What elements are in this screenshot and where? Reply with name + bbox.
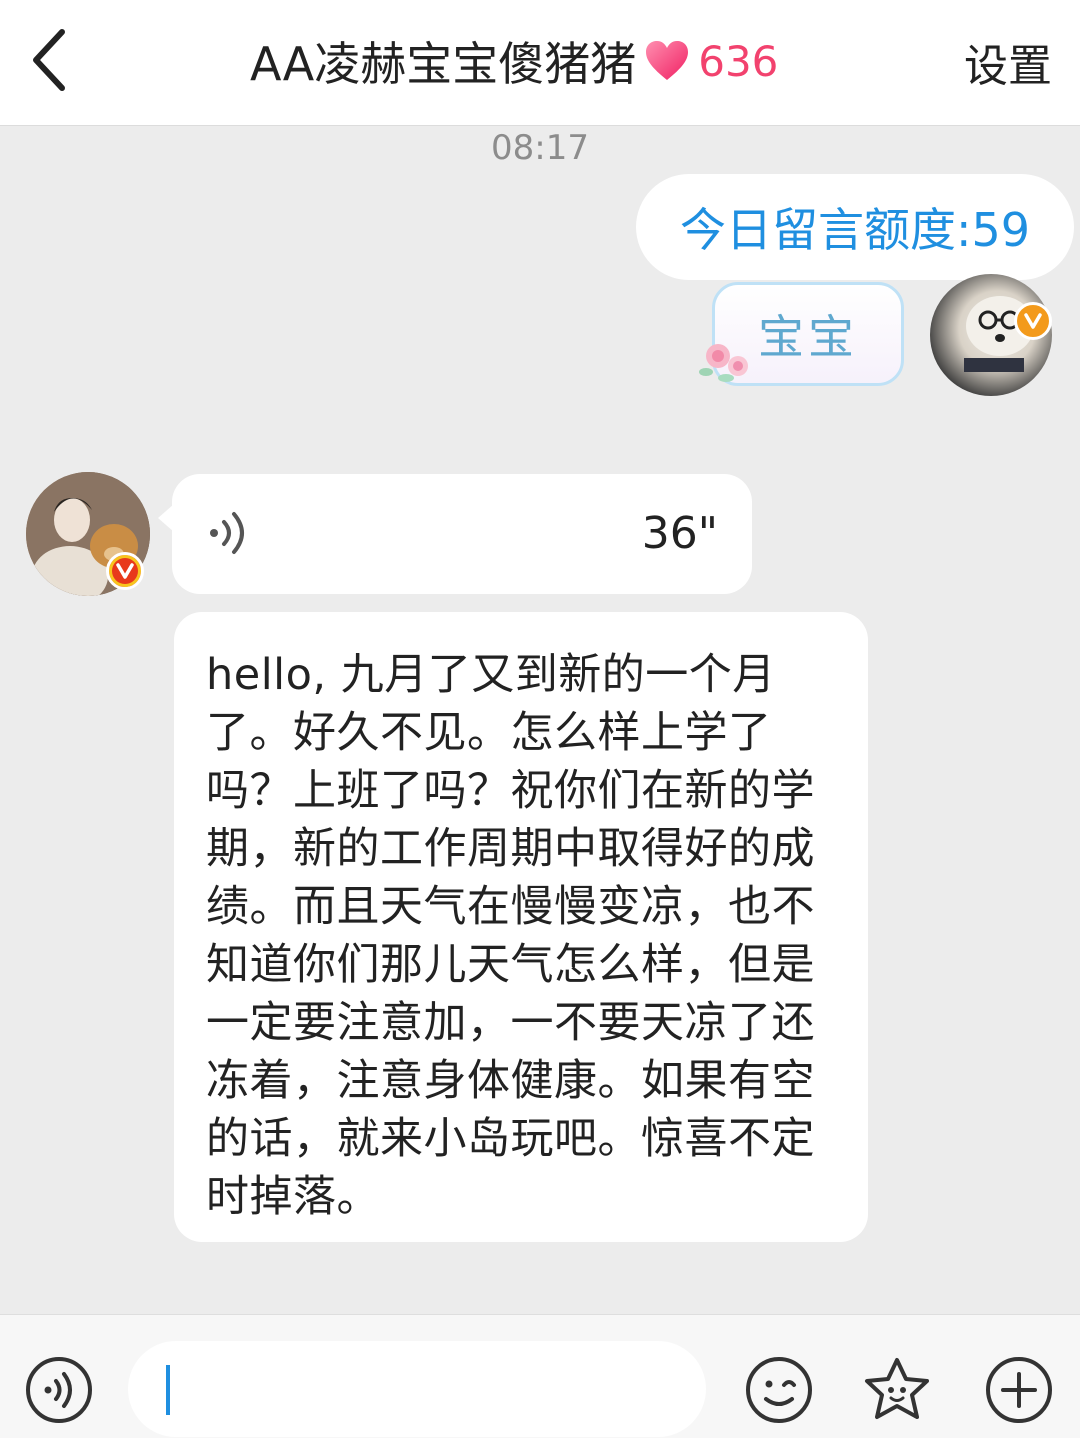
contact-name: AA凌赫宝宝傻猪猪 — [250, 37, 637, 91]
message-text: hello, 九月了又到新的一个月了。好久不见。怎么样上学了吗？上班了吗？祝你们… — [206, 650, 815, 1222]
chat-area[interactable]: 08:17 今日留言额度:59 宝宝 36" hello, 九月了又到新的一个月… — [0, 126, 1080, 1314]
emoji-button[interactable] — [744, 1355, 814, 1425]
top-bar: AA凌赫宝宝傻猪猪 636 设置 — [0, 0, 1080, 126]
text-caret — [166, 1365, 170, 1415]
voice-message[interactable]: 36" — [158, 474, 752, 594]
voice-wave-icon — [210, 512, 244, 554]
sticker-icon — [865, 1358, 929, 1419]
input-bar — [0, 1314, 1080, 1438]
plus-icon — [986, 1357, 1052, 1423]
chevron-left-icon — [33, 29, 65, 91]
message-timestamp: 08:17 — [491, 128, 589, 168]
chat-title: AA凌赫宝宝傻猪猪 636 — [250, 28, 778, 94]
flower-icon — [699, 344, 748, 382]
message-bubble-quota[interactable]: 今日留言额度:59 — [636, 174, 1074, 280]
vip-badge — [106, 552, 144, 590]
sticker-message[interactable]: 宝宝 — [696, 276, 916, 396]
back-button[interactable] — [22, 22, 82, 98]
message-bubble-text[interactable]: hello, 九月了又到新的一个月了。好久不见。怎么样上学了吗？上班了吗？祝你们… — [174, 612, 868, 1242]
v-icon — [1024, 313, 1042, 329]
vip-badge — [1014, 302, 1052, 340]
voice-duration: 36" — [641, 508, 718, 559]
v-icon — [116, 563, 134, 579]
voice-input-button[interactable] — [24, 1355, 94, 1425]
settings-button[interactable]: 设置 — [964, 30, 1052, 94]
sticker-button[interactable] — [862, 1355, 932, 1425]
message-input[interactable] — [128, 1341, 706, 1437]
plus-button[interactable] — [984, 1355, 1054, 1425]
emoji-icon — [746, 1357, 812, 1423]
voice-input-icon — [26, 1357, 92, 1423]
heart-icon — [646, 41, 689, 80]
intimacy-value: 636 — [698, 36, 779, 86]
